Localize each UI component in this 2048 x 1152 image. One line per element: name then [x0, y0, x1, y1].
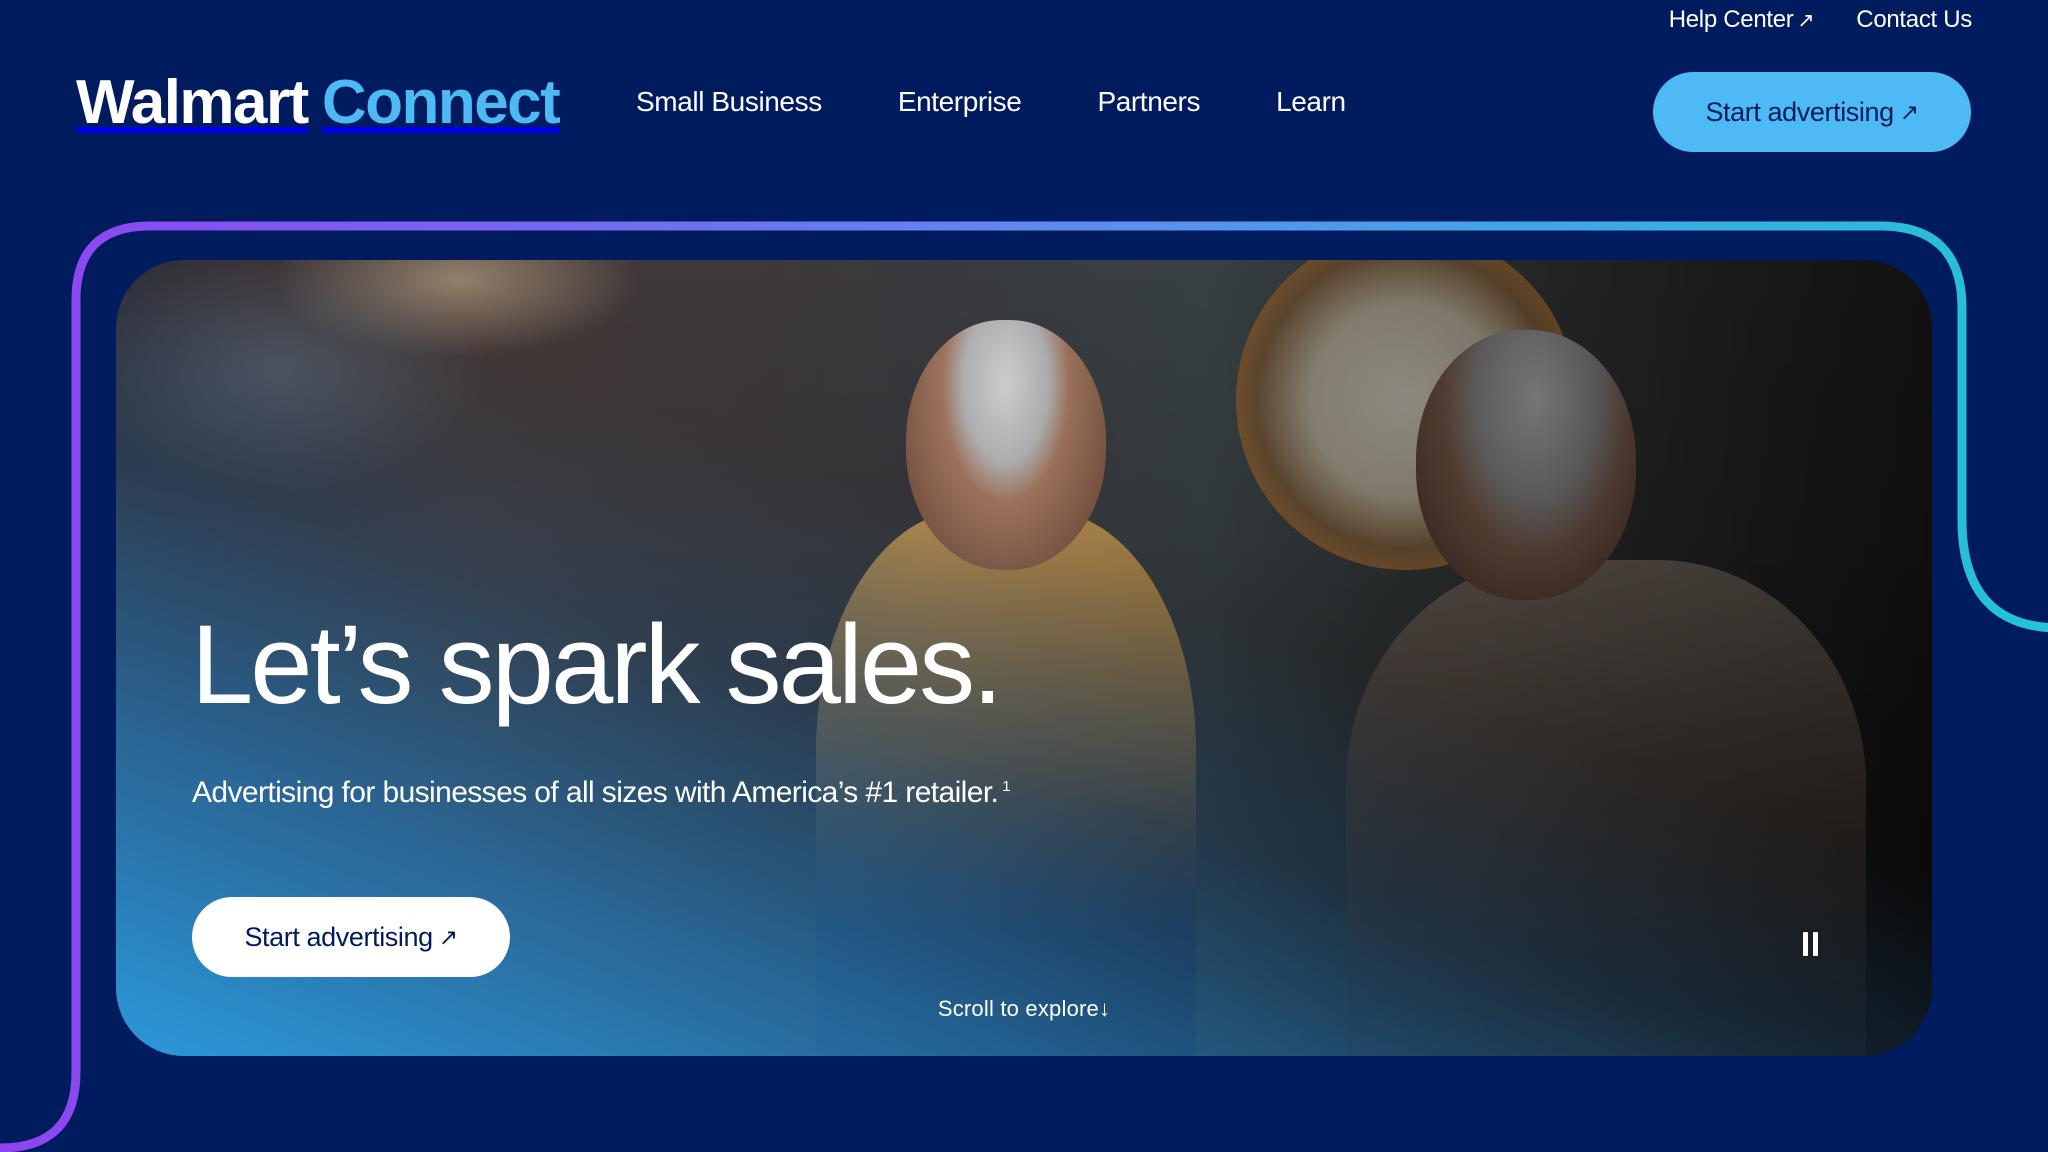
- scroll-hint-label: Scroll to explore: [937, 996, 1099, 1021]
- hero-headline: Let’s spark sales.: [191, 602, 1003, 727]
- help-center-link[interactable]: Help Center ↗: [1669, 6, 1815, 34]
- hero-subheadline-text: Advertising for businesses of all sizes …: [192, 776, 999, 809]
- hero-subheadline: Advertising for businesses of all sizes …: [192, 776, 1011, 810]
- page: Help Center ↗ Contact Us Walmart Connect …: [0, 0, 2048, 1152]
- main-nav: Small Business Enterprise Partners Learn: [636, 86, 1346, 118]
- nav-item-small-business[interactable]: Small Business: [636, 86, 822, 118]
- header-start-advertising-button[interactable]: Start advertising ↗: [1653, 72, 1971, 152]
- walmart-connect-logo[interactable]: Walmart Connect: [76, 68, 561, 138]
- help-center-label: Help Center: [1668, 6, 1794, 33]
- external-arrow-icon: ↗: [1797, 9, 1815, 32]
- nav-item-enterprise[interactable]: Enterprise: [898, 86, 1022, 118]
- contact-us-label: Contact Us: [1856, 6, 1972, 33]
- pause-icon-bar: [1812, 932, 1818, 956]
- nav-item-partners[interactable]: Partners: [1097, 86, 1200, 118]
- hero-start-advertising-button[interactable]: Start advertising ↗: [192, 897, 510, 977]
- logo-word-connect: Connect: [321, 68, 561, 137]
- video-pause-button[interactable]: [1794, 928, 1826, 960]
- header-cta-label: Start advertising: [1705, 96, 1894, 127]
- footnote-marker[interactable]: 1: [1002, 778, 1010, 795]
- logo-word-walmart: Walmart: [76, 68, 309, 137]
- pause-icon: [1802, 932, 1808, 956]
- hero-banner: Let’s spark sales. Advertising for busin…: [116, 260, 1932, 1056]
- external-arrow-icon: ↗: [1899, 98, 1919, 125]
- utility-nav: Help Center ↗ Contact Us: [1669, 6, 1973, 34]
- scroll-to-explore[interactable]: Scroll to explore↓: [116, 996, 1932, 1022]
- contact-us-link[interactable]: Contact Us: [1856, 6, 1972, 34]
- arrow-down-icon: ↓: [1098, 996, 1111, 1021]
- nav-item-learn[interactable]: Learn: [1276, 86, 1346, 118]
- external-arrow-icon: ↗: [438, 923, 458, 950]
- hero-cta-label: Start advertising: [244, 921, 433, 952]
